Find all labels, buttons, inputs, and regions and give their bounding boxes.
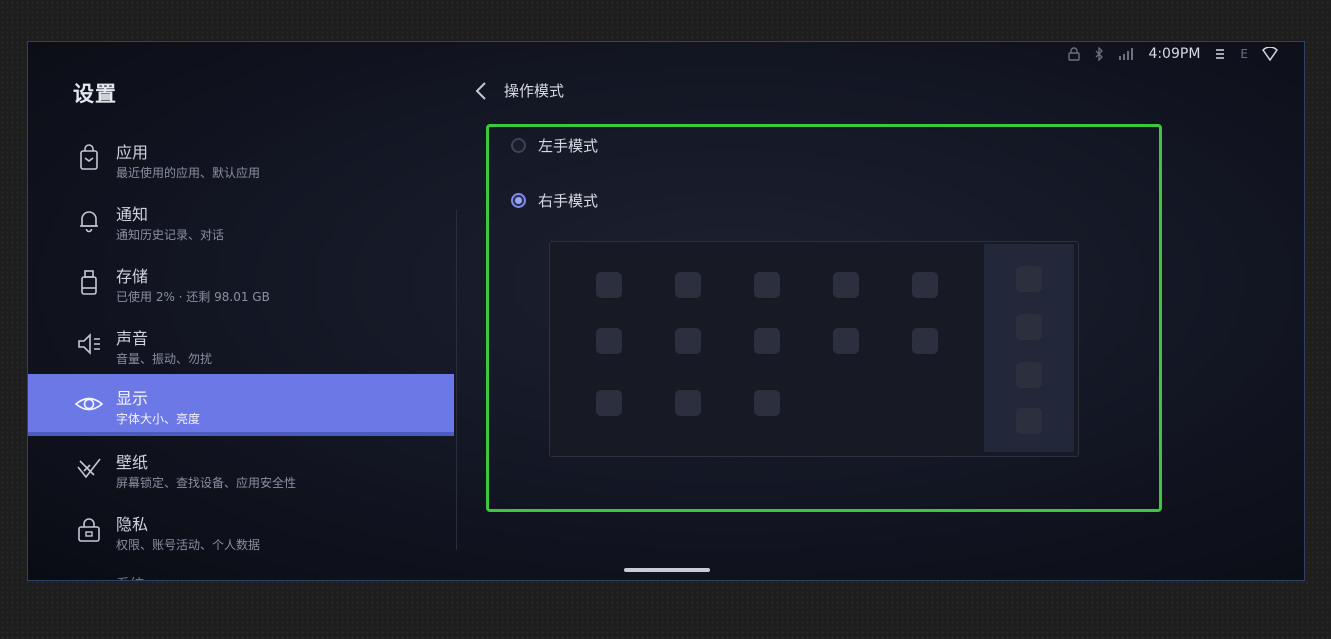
- status-bar: 4:09PM E: [1068, 44, 1278, 64]
- sync-icon: [1214, 47, 1226, 61]
- sidebar-item-subtitle: 屏幕锁定、查找设备、应用安全性: [116, 476, 297, 490]
- sidebar-item-wallpaper[interactable]: 壁纸 屏幕锁定、查找设备、应用安全性: [28, 438, 454, 500]
- preview-app-icon: [754, 272, 780, 298]
- preview-dock: [984, 244, 1074, 452]
- sidebar-divider: [456, 210, 457, 550]
- eye-icon: [74, 389, 104, 419]
- sidebar-item-subtitle: 最近使用的应用、默认应用: [116, 166, 261, 180]
- page-title: 操作模式: [504, 82, 565, 100]
- preview-app-icon: [675, 328, 701, 354]
- preview-app-icon: [596, 390, 622, 416]
- sidebar-item-sound[interactable]: 声音 音量、振动、勿扰: [28, 314, 454, 376]
- preview-app-icon: [754, 328, 780, 354]
- app-bag-icon: [74, 143, 104, 173]
- sidebar-item-apps[interactable]: 应用 最近使用的应用、默认应用: [28, 128, 454, 190]
- option-right-hand-mode[interactable]: 右手模式: [511, 190, 598, 211]
- status-time: 4:09PM: [1148, 46, 1201, 62]
- option-label: 左手模式: [538, 137, 599, 155]
- sidebar-item-title: 隐私: [116, 515, 149, 534]
- layout-preview: [549, 241, 1079, 457]
- sidebar-item-storage[interactable]: 存储 已使用 2% · 还剩 98.01 GB: [28, 252, 454, 314]
- signal-icon: [1118, 48, 1134, 60]
- sidebar-item-privacy[interactable]: 隐私 权限、账号活动、个人数据: [28, 500, 454, 562]
- sidebar-item-system[interactable]: 系统: [116, 574, 144, 580]
- option-label: 右手模式: [538, 192, 599, 210]
- preview-app-icon: [833, 272, 859, 298]
- chevron-left-icon: [475, 82, 486, 100]
- preview-dock-icon: [1016, 362, 1042, 388]
- sidebar-item-title: 显示: [116, 389, 149, 408]
- preview-app-icon: [675, 390, 701, 416]
- sidebar-title: 设置: [73, 82, 117, 106]
- sidebar-item-title: 壁纸: [116, 453, 149, 472]
- option-left-hand-mode[interactable]: 左手模式: [511, 135, 598, 156]
- operation-mode-panel: 左手模式 右手模式: [486, 124, 1162, 512]
- sidebar-item-subtitle: 通知历史记录、对话: [116, 228, 225, 242]
- bluetooth-icon: [1094, 47, 1104, 61]
- radio-left-hand[interactable]: [511, 138, 526, 153]
- settings-screen: 4:09PM E 设置 应用 最近使用的应用、默认应用 通知 通知历史记录、对话…: [27, 41, 1305, 581]
- privacy-lock-icon: [74, 515, 104, 545]
- preview-dock-icon: [1016, 266, 1042, 292]
- preview-app-icon: [754, 390, 780, 416]
- sidebar-item-notifications[interactable]: 通知 通知历史记录、对话: [28, 190, 454, 252]
- home-indicator[interactable]: [624, 568, 710, 572]
- sidebar-item-subtitle: 权限、账号活动、个人数据: [116, 538, 261, 552]
- status-extra: E: [1240, 47, 1248, 61]
- sidebar-item-title: 应用: [116, 143, 149, 162]
- preview-app-icon: [833, 328, 859, 354]
- speaker-icon: [74, 329, 104, 359]
- preview-dock-icon: [1016, 314, 1042, 340]
- sidebar-item-subtitle: 音量、振动、勿扰: [116, 352, 213, 366]
- preview-app-icon: [596, 272, 622, 298]
- radio-right-hand[interactable]: [511, 193, 526, 208]
- sidebar-item-title: 通知: [116, 205, 149, 224]
- sidebar-item-display[interactable]: 显示 字体大小、亮度: [28, 374, 454, 436]
- preview-app-icon: [912, 272, 938, 298]
- wifi-icon: [1262, 47, 1278, 61]
- sidebar-item-subtitle: 已使用 2% · 还剩 98.01 GB: [116, 290, 270, 304]
- sidebar-item-title: 声音: [116, 329, 149, 348]
- sidebar-item-title: 存储: [116, 267, 149, 286]
- storage-icon: [74, 267, 104, 297]
- back-button[interactable]: [472, 80, 492, 102]
- sidebar-item-subtitle: 字体大小、亮度: [116, 412, 201, 426]
- bell-icon: [74, 205, 104, 235]
- preview-app-icon: [675, 272, 701, 298]
- preview-app-icon: [596, 328, 622, 354]
- lock-icon: [1068, 47, 1081, 61]
- wallpaper-icon: [74, 453, 104, 483]
- preview-app-icon: [912, 328, 938, 354]
- preview-dock-icon: [1016, 408, 1042, 434]
